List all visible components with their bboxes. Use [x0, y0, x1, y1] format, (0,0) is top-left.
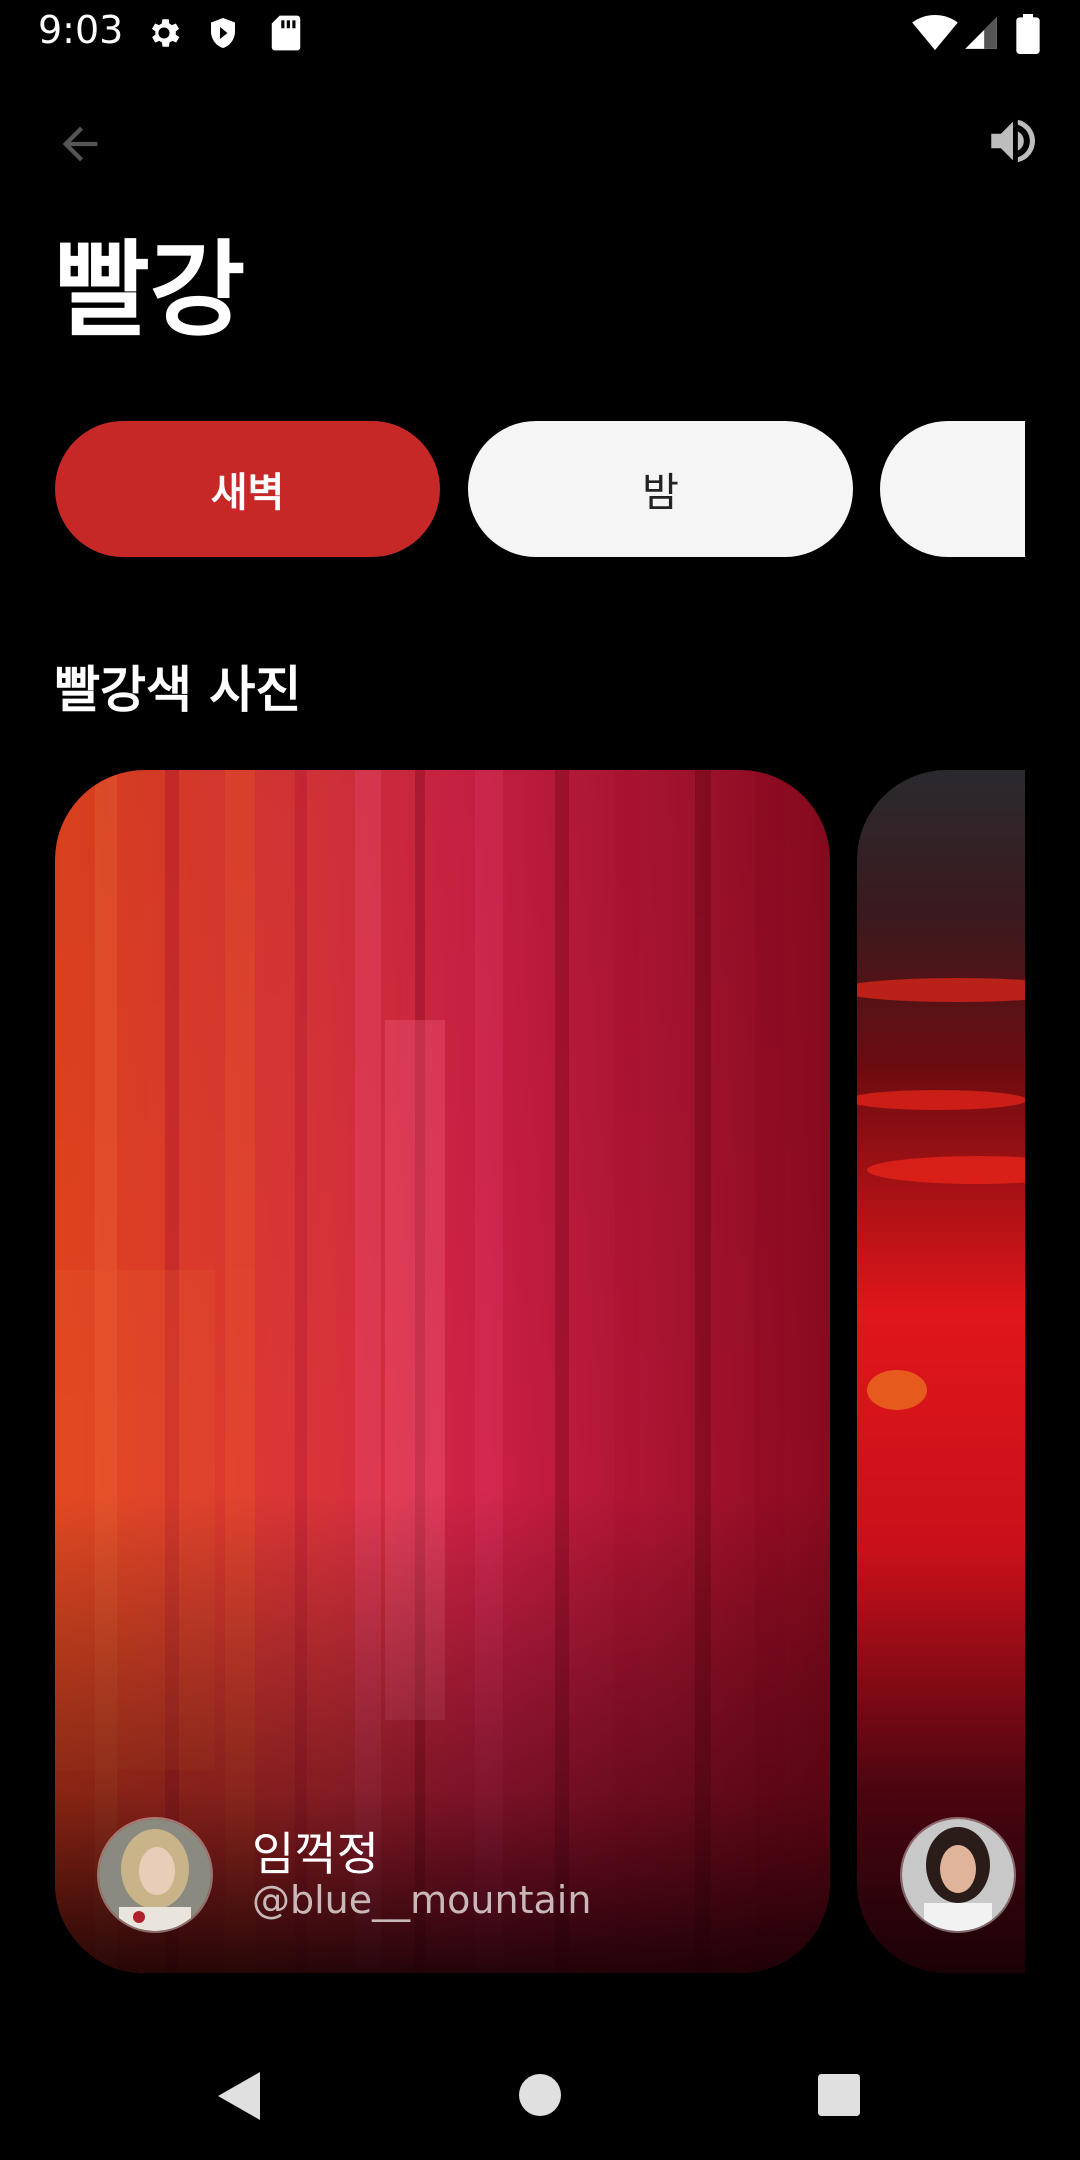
chip-night[interactable]: 밤 [468, 421, 853, 557]
red-water-photo [857, 770, 1025, 1973]
home-circle-icon[interactable] [519, 2074, 561, 2116]
chip-label: 밤 [642, 470, 679, 516]
photo-card[interactable] [55, 770, 830, 1973]
chip-third[interactable] [880, 421, 1025, 557]
system-nav-bar [0, 2040, 1080, 2160]
author-avatar[interactable] [97, 1817, 213, 1933]
chip-dawn[interactable]: 새벽 [55, 421, 440, 557]
content-area: 새벽 밤 빨강색 사진 임꺽정 @blue__mountain [0, 0, 1025, 2160]
back-triangle-icon[interactable] [218, 2072, 260, 2120]
author-handle: @blue__mountain [252, 1878, 592, 1922]
photo-card[interactable] [857, 770, 1025, 1973]
chip-label: 새벽 [210, 470, 285, 516]
author-name: 임꺽정 [252, 1827, 379, 1881]
red-paint-photo [55, 770, 830, 1973]
recents-square-icon[interactable] [818, 2074, 860, 2116]
section-title: 빨강색 사진 [54, 661, 302, 719]
author-avatar[interactable] [900, 1817, 1016, 1933]
